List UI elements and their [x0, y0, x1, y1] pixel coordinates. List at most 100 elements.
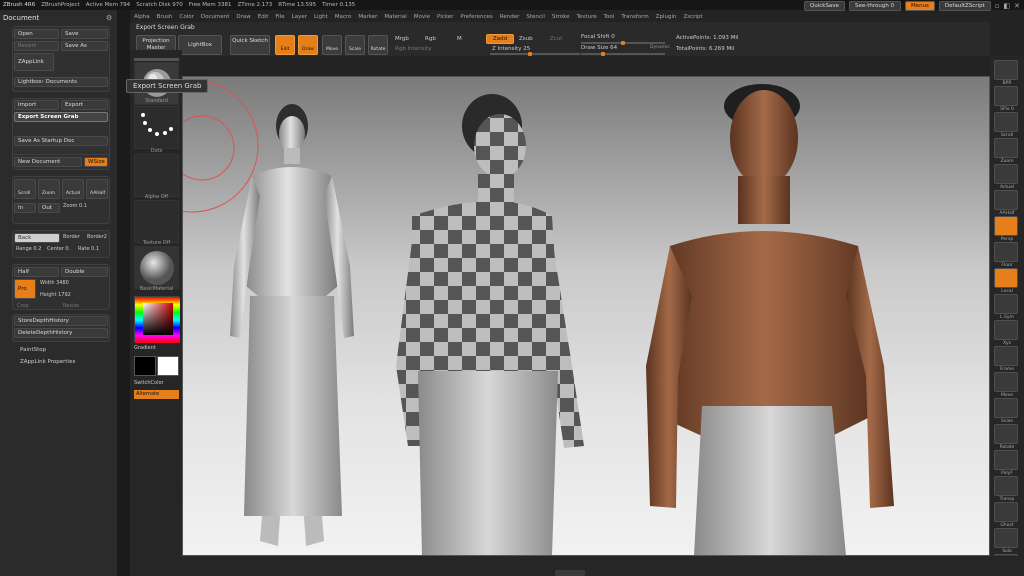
menu-stroke[interactable]: Stroke: [552, 14, 570, 20]
double-button[interactable]: Double: [61, 267, 108, 277]
draw-size-track[interactable]: [581, 52, 665, 56]
actual-button[interactable]: Actual: [62, 179, 84, 199]
shelf-aahalf-button[interactable]: [994, 190, 1018, 210]
alternate-button[interactable]: Alternate: [134, 390, 179, 399]
shelf-xyz-button[interactable]: [994, 320, 1018, 340]
menu-transform[interactable]: Transform: [621, 14, 648, 20]
switch-color-button[interactable]: SwitchColor: [134, 380, 179, 386]
menu-color[interactable]: Color: [180, 14, 194, 20]
zcut-button[interactable]: Zcut: [550, 36, 562, 42]
restore-icon[interactable]: ◧: [1004, 2, 1011, 10]
border-button[interactable]: Border: [63, 234, 80, 240]
draw-mode-button[interactable]: Draw: [298, 35, 318, 55]
zoom-value[interactable]: Zoom 0.1: [63, 203, 87, 209]
zoom-out-button[interactable]: Out: [38, 203, 60, 213]
menu-material[interactable]: Material: [384, 14, 406, 20]
edit-mode-button[interactable]: Edit: [275, 35, 295, 55]
quick-sketch-button[interactable]: Quick Sketch: [230, 35, 270, 55]
shelf-bpr-button[interactable]: [994, 60, 1018, 80]
zoom-button[interactable]: Zoom: [38, 179, 60, 199]
move-mode-button[interactable]: Move: [322, 35, 342, 55]
minimize-icon[interactable]: ▫: [995, 2, 1000, 10]
texture-thumbnail[interactable]: [134, 200, 179, 243]
shelf-frame-button[interactable]: [994, 346, 1018, 366]
range-slider[interactable]: Range 0.2: [16, 246, 41, 252]
menu-render[interactable]: Render: [500, 14, 520, 20]
pro-button[interactable]: Pro: [14, 279, 36, 299]
crop-button[interactable]: Crop: [17, 303, 29, 309]
scroll-button[interactable]: Scroll: [14, 179, 36, 199]
draw-size-slider[interactable]: Draw Size 64: [581, 45, 617, 51]
lightbox-button[interactable]: LightBox: [178, 35, 222, 55]
open-button[interactable]: Open: [14, 29, 59, 39]
close-icon[interactable]: ✕: [1014, 2, 1020, 10]
border2-button[interactable]: Border2: [87, 234, 107, 240]
menu-file[interactable]: File: [275, 14, 284, 20]
z-intensity-slider[interactable]: Z Intensity 25: [492, 46, 530, 52]
shelf-zoom-button[interactable]: [994, 138, 1018, 158]
menu-texture[interactable]: Texture: [577, 14, 597, 20]
zapplink-button[interactable]: ZAppLink: [14, 53, 54, 71]
menu-draw[interactable]: Draw: [236, 14, 250, 20]
z-intensity-track[interactable]: [490, 52, 580, 56]
height-slider[interactable]: Height 1792: [40, 292, 71, 298]
menu-marker[interactable]: Marker: [358, 14, 377, 20]
alpha-thumbnail[interactable]: [134, 154, 179, 197]
center-slider[interactable]: Center 0.: [47, 246, 70, 252]
shelf-l-sym-button[interactable]: [994, 294, 1018, 314]
import-button[interactable]: Import: [14, 100, 59, 110]
menu-brush[interactable]: Brush: [157, 14, 173, 20]
revert-button[interactable]: Revert: [14, 41, 59, 51]
gradient-label[interactable]: Gradient: [134, 345, 179, 351]
shelf-transp-button[interactable]: [994, 476, 1018, 496]
scale-mode-button[interactable]: Scale: [345, 35, 365, 55]
palette-settings-icon[interactable]: ⚙: [106, 14, 112, 22]
lightbox-documents-button[interactable]: Lightbox› Documents: [14, 77, 108, 87]
shelf-floor-button[interactable]: [994, 242, 1018, 262]
m-button[interactable]: M: [457, 36, 462, 42]
rgb-button[interactable]: Rgb: [425, 36, 436, 42]
export-screen-grab-button[interactable]: Export Screen Grab: [14, 112, 108, 122]
material-thumbnail[interactable]: [134, 246, 179, 289]
focal-shift-slider[interactable]: Focal Shift 0: [581, 34, 615, 40]
menu-document[interactable]: Document: [201, 14, 230, 20]
shelf-solo-button[interactable]: [994, 528, 1018, 548]
rotate-mode-button[interactable]: Rotate: [368, 35, 388, 55]
shelf-ghost-button[interactable]: [994, 502, 1018, 522]
stroke-thumbnail[interactable]: [134, 106, 179, 149]
shelf-rotate-button[interactable]: [994, 424, 1018, 444]
save-button[interactable]: Save: [61, 29, 108, 39]
shelf-persp-button[interactable]: [994, 216, 1018, 236]
zapplink-properties-item[interactable]: ZAppLink Properties: [20, 359, 75, 365]
focal-shift-track[interactable]: [581, 41, 665, 45]
menu-alpha[interactable]: Alpha: [134, 14, 150, 20]
new-document-button[interactable]: New Document: [14, 157, 82, 167]
menu-macro[interactable]: Macro: [335, 14, 352, 20]
zadd-button[interactable]: Zadd: [486, 34, 514, 44]
width-slider[interactable]: Width 3480: [40, 280, 69, 286]
zsub-button[interactable]: Zsub: [519, 36, 533, 42]
menu-stencil[interactable]: Stencil: [526, 14, 545, 20]
back-color-button[interactable]: Back: [14, 233, 60, 243]
menu-edit[interactable]: Edit: [258, 14, 269, 20]
aahalf-button[interactable]: AAHalf: [86, 179, 108, 199]
zoom-in-button[interactable]: In: [14, 203, 36, 213]
resize-button[interactable]: Resize: [63, 303, 79, 309]
shelf-scale-button[interactable]: [994, 398, 1018, 418]
shelf-local-button[interactable]: [994, 268, 1018, 288]
half-button[interactable]: Half: [14, 267, 59, 277]
save-as-startup-doc-button[interactable]: Save As Startup Doc: [14, 136, 108, 146]
menu-tool[interactable]: Tool: [604, 14, 615, 20]
bottom-shelf-handle[interactable]: [555, 570, 585, 576]
mrgb-button[interactable]: Mrgb: [395, 36, 409, 42]
menu-movie[interactable]: Movie: [414, 14, 430, 20]
wsize-button[interactable]: WSize: [84, 157, 108, 167]
menu-light[interactable]: Light: [314, 14, 328, 20]
shelf-spix-0-button[interactable]: [994, 86, 1018, 106]
menu-zplugin[interactable]: Zplugin: [656, 14, 677, 20]
main-color-swatch[interactable]: [134, 356, 156, 376]
paintstop-item[interactable]: PaintStop: [20, 347, 46, 353]
export-button[interactable]: Export: [61, 100, 108, 110]
menu-picker[interactable]: Picker: [437, 14, 453, 20]
secondary-color-swatch[interactable]: [157, 356, 179, 376]
